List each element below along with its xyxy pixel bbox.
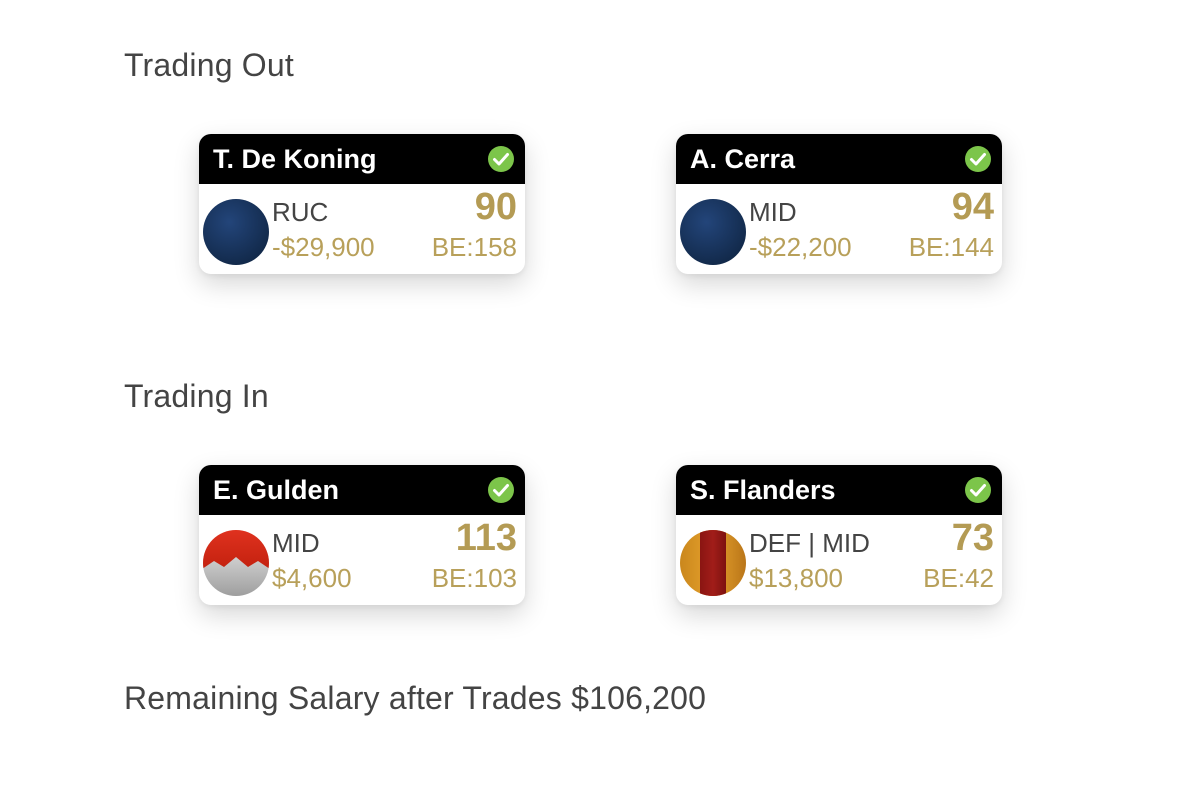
player-score: 90 xyxy=(474,186,517,228)
price-change: $13,800 xyxy=(749,563,843,593)
player-name: E. Gulden xyxy=(213,474,340,505)
price-change: -$22,200 xyxy=(749,232,852,262)
player-card-body: MID -$22,200 94 BE:144 xyxy=(676,184,1002,274)
breakeven: BE:158 xyxy=(431,232,517,262)
check-circle-icon xyxy=(488,146,514,172)
trading-out-title: Trading Out xyxy=(124,47,294,83)
trading-in-title: Trading In xyxy=(124,378,269,414)
player-position: DEF | MID xyxy=(749,528,870,558)
gold-red-stripe-guernsey-icon xyxy=(680,530,746,596)
player-score: 113 xyxy=(455,517,517,559)
trade-summary-page: Trading Out T. De Koning RUC -$29,900 90… xyxy=(0,0,1200,803)
navy-guernsey-icon xyxy=(680,199,746,265)
player-score: 73 xyxy=(951,517,994,559)
breakeven: BE:144 xyxy=(908,232,994,262)
player-position: MID xyxy=(272,528,320,558)
red-white-chevron-guernsey-icon xyxy=(203,530,269,596)
player-card-flanders[interactable]: S. Flanders DEF | MID $13,800 73 BE:42 xyxy=(676,465,1002,605)
player-name: S. Flanders xyxy=(690,474,836,505)
check-circle-icon xyxy=(965,146,991,172)
player-card-header: A. Cerra xyxy=(676,134,1002,184)
player-score: 94 xyxy=(951,186,994,228)
player-position: RUC xyxy=(272,197,329,227)
player-card-body: RUC -$29,900 90 BE:158 xyxy=(199,184,525,274)
breakeven: BE:103 xyxy=(431,563,517,593)
check-circle-icon xyxy=(965,477,991,503)
remaining-salary-text: Remaining Salary after Trades $106,200 xyxy=(124,680,707,716)
navy-guernsey-icon xyxy=(203,199,269,265)
player-card-de-koning[interactable]: T. De Koning RUC -$29,900 90 BE:158 xyxy=(199,134,525,274)
player-card-header: T. De Koning xyxy=(199,134,525,184)
player-name: T. De Koning xyxy=(213,143,377,174)
player-card-header: S. Flanders xyxy=(676,465,1002,515)
player-position: MID xyxy=(749,197,797,227)
player-name: A. Cerra xyxy=(690,143,796,174)
check-circle-icon xyxy=(488,477,514,503)
price-change: $4,600 xyxy=(272,563,352,593)
breakeven: BE:42 xyxy=(923,563,994,593)
player-card-body: MID $4,600 113 BE:103 xyxy=(199,515,525,605)
player-card-gulden[interactable]: E. Gulden MID $4,600 113 BE:103 xyxy=(199,465,525,605)
player-card-body: DEF | MID $13,800 73 BE:42 xyxy=(676,515,1002,605)
player-card-cerra[interactable]: A. Cerra MID -$22,200 94 BE:144 xyxy=(676,134,1002,274)
price-change: -$29,900 xyxy=(272,232,375,262)
player-card-header: E. Gulden xyxy=(199,465,525,515)
